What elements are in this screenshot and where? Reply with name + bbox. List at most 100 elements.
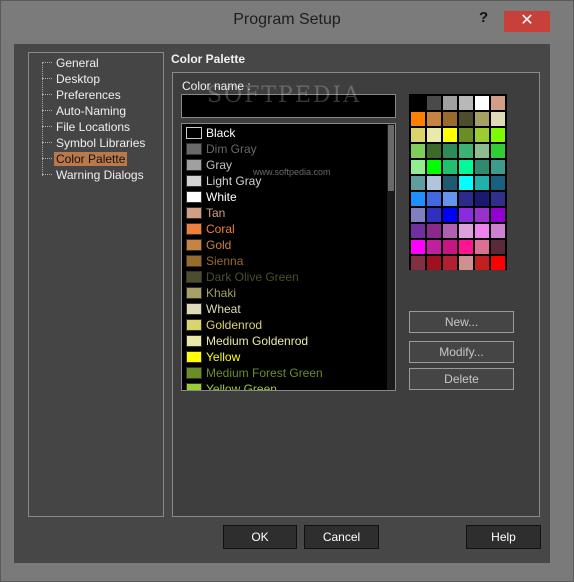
palette-cell[interactable] (443, 160, 457, 174)
color-list-item[interactable]: Yellow Green (184, 381, 384, 390)
palette-cell[interactable] (427, 176, 441, 190)
palette-cell[interactable] (443, 144, 457, 158)
palette-cell[interactable] (475, 240, 489, 254)
palette-cell[interactable] (475, 144, 489, 158)
close-button[interactable]: ✕ (504, 11, 550, 32)
tree-item-label: Desktop (56, 72, 101, 86)
color-list-scroll-thumb[interactable] (388, 125, 394, 191)
palette-cell[interactable] (411, 256, 425, 270)
palette-cell[interactable] (411, 96, 425, 110)
palette-cell[interactable] (427, 192, 441, 206)
color-list-item[interactable]: Coral (184, 221, 384, 237)
palette-cell[interactable] (443, 192, 457, 206)
palette-cell[interactable] (491, 128, 505, 142)
palette-cell[interactable] (427, 112, 441, 126)
color-list-item[interactable]: Medium Goldenrod (184, 333, 384, 349)
palette-cell[interactable] (443, 256, 457, 270)
palette-cell[interactable] (443, 208, 457, 222)
palette-cell[interactable] (475, 256, 489, 270)
palette-cell[interactable] (411, 160, 425, 174)
palette-cell[interactable] (491, 176, 505, 190)
palette-cell[interactable] (443, 176, 457, 190)
color-list-item[interactable]: Goldenrod (184, 317, 384, 333)
category-tree[interactable]: General Desktop Preferences Auto-Naming File… (28, 52, 164, 517)
palette-cell[interactable] (491, 192, 505, 206)
palette-cell[interactable] (411, 192, 425, 206)
color-list-item[interactable]: Gold (184, 237, 384, 253)
color-list-item[interactable]: Wheat (184, 301, 384, 317)
color-list[interactable]: Black Dim Gray Gray Light Gray White Tan Coral… (181, 123, 396, 391)
palette-cell[interactable] (427, 96, 441, 110)
palette-cell[interactable] (427, 144, 441, 158)
color-list-item[interactable]: Dim Gray (184, 141, 384, 157)
new-color-button[interactable]: New... (409, 311, 514, 333)
palette-cell[interactable] (427, 208, 441, 222)
softpedia-watermark-url: www.softpedia.com (253, 167, 331, 177)
palette-cell[interactable] (459, 192, 473, 206)
palette-cell[interactable] (443, 240, 457, 254)
palette-cell[interactable] (475, 96, 489, 110)
palette-cell[interactable] (475, 192, 489, 206)
palette-cell[interactable] (459, 176, 473, 190)
palette-cell[interactable] (411, 128, 425, 142)
palette-cell[interactable] (491, 96, 505, 110)
color-list-item[interactable]: White (184, 189, 384, 205)
delete-color-button[interactable]: Delete (409, 368, 514, 390)
palette-cell[interactable] (491, 256, 505, 270)
palette-cell[interactable] (491, 144, 505, 158)
cancel-button[interactable]: Cancel (304, 525, 379, 549)
color-list-item[interactable]: Black (184, 125, 384, 141)
palette-cell[interactable] (459, 160, 473, 174)
palette-cell[interactable] (459, 240, 473, 254)
palette-cell[interactable] (411, 144, 425, 158)
palette-cell[interactable] (475, 176, 489, 190)
palette-cell[interactable] (491, 112, 505, 126)
palette-cell[interactable] (411, 176, 425, 190)
palette-cell[interactable] (459, 112, 473, 126)
palette-cell[interactable] (427, 256, 441, 270)
palette-cell[interactable] (411, 240, 425, 254)
palette-cell[interactable] (491, 240, 505, 254)
palette-cell[interactable] (491, 224, 505, 238)
help-button[interactable]: Help (466, 525, 541, 549)
color-list-item[interactable]: Tan (184, 205, 384, 221)
palette-cell[interactable] (411, 224, 425, 238)
color-name: Medium Forest Green (206, 366, 323, 380)
palette-grid[interactable] (409, 94, 507, 270)
palette-cell[interactable] (411, 208, 425, 222)
palette-cell[interactable] (459, 96, 473, 110)
tree-item-label: Auto-Naming (56, 104, 127, 118)
palette-cell[interactable] (411, 112, 425, 126)
color-list-item[interactable]: Khaki (184, 285, 384, 301)
palette-cell[interactable] (443, 112, 457, 126)
tree-connector (42, 174, 52, 175)
palette-cell[interactable] (475, 224, 489, 238)
palette-cell[interactable] (491, 208, 505, 222)
palette-cell[interactable] (491, 160, 505, 174)
modify-color-button[interactable]: Modify... (409, 341, 514, 363)
palette-cell[interactable] (475, 208, 489, 222)
palette-cell[interactable] (443, 224, 457, 238)
palette-cell[interactable] (475, 160, 489, 174)
palette-cell[interactable] (427, 224, 441, 238)
palette-cell[interactable] (459, 144, 473, 158)
palette-cell[interactable] (459, 128, 473, 142)
ok-button[interactable]: OK (223, 525, 297, 549)
title-bar[interactable]: Program Setup ? ✕ (1, 1, 573, 39)
color-list-item[interactable]: Medium Forest Green (184, 365, 384, 381)
palette-cell[interactable] (427, 128, 441, 142)
palette-cell[interactable] (475, 112, 489, 126)
palette-cell[interactable] (427, 160, 441, 174)
palette-cell[interactable] (459, 256, 473, 270)
tree-connector (42, 142, 52, 143)
palette-cell[interactable] (427, 240, 441, 254)
palette-cell[interactable] (443, 96, 457, 110)
color-list-item[interactable]: Dark Olive Green (184, 269, 384, 285)
help-question-icon[interactable]: ? (479, 9, 488, 26)
color-list-item[interactable]: Sienna (184, 253, 384, 269)
palette-cell[interactable] (459, 208, 473, 222)
palette-cell[interactable] (443, 128, 457, 142)
palette-cell[interactable] (459, 224, 473, 238)
color-list-item[interactable]: Yellow (184, 349, 384, 365)
palette-cell[interactable] (475, 128, 489, 142)
